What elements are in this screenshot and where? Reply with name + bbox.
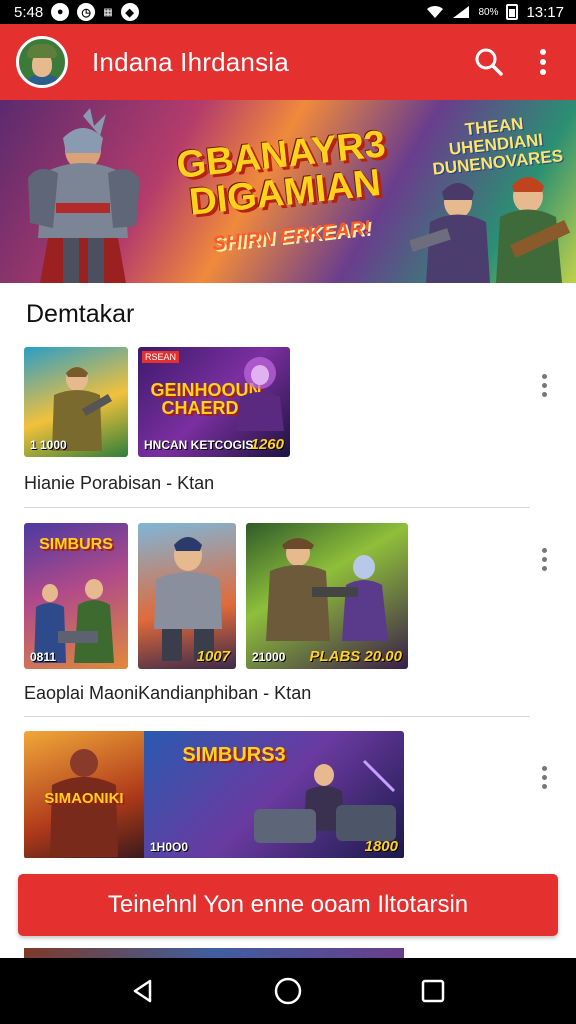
- section-title: Demtakar: [26, 300, 135, 328]
- game-thumbnail[interactable]: SIMBURS3 1H0O0 1800: [144, 731, 404, 859]
- notification-icon: ●: [51, 3, 70, 21]
- thumb-strip: 1 1000 RSEAN GEINHOOUN CHAERDE HNCAN KET…: [24, 347, 290, 457]
- app-bar: Indana Ihrdansia: [0, 24, 576, 100]
- thumb-title: SIMBURS: [39, 536, 113, 553]
- next-row-peek: [24, 948, 404, 958]
- heroes-group-illustration: [410, 177, 571, 283]
- battery-percent: 80%: [478, 6, 499, 18]
- game-thumbnail[interactable]: 1007: [138, 523, 236, 669]
- more-vert-icon[interactable]: [532, 539, 556, 579]
- back-triangle-icon[interactable]: [123, 971, 163, 1011]
- game-thumbnail[interactable]: SIMAONIKI: [24, 731, 144, 859]
- system-nav-bar: [0, 958, 576, 1024]
- battery-icon: [506, 4, 519, 20]
- primary-cta-button[interactable]: Teinehnl Yon enne ooam Iltotarsin: [18, 874, 558, 936]
- status-time-left: 5:48: [14, 3, 44, 21]
- app-notification-icon: ▦: [103, 6, 113, 18]
- thumb-tag: RSEAN: [142, 351, 180, 363]
- thumb-caption-right: PLABS 20.00: [309, 648, 402, 665]
- thumb-title: SIMAONIKI: [44, 790, 124, 807]
- alarm-icon: ◷: [77, 3, 96, 21]
- recents-square-icon[interactable]: [413, 971, 453, 1011]
- more-vert-icon[interactable]: [532, 757, 556, 797]
- search-icon[interactable]: [472, 45, 506, 79]
- hero-banner[interactable]: GBANAYR3 DIGAMIAN SHIRN ERKEAR! THEAN UH…: [0, 100, 576, 283]
- avatar[interactable]: [16, 36, 68, 88]
- divider: [24, 716, 530, 717]
- shield-icon: ◆: [120, 3, 139, 21]
- wifi-icon: [427, 5, 444, 18]
- game-thumbnail[interactable]: 21000 PLABS 20.00: [246, 523, 408, 669]
- row-label: Hianie Porabisan - Ktan: [24, 473, 215, 493]
- thumb-caption-left: 21000: [252, 650, 286, 664]
- thumb-caption-right: 1260: [250, 436, 284, 453]
- battle-scene-illustration: [266, 538, 388, 641]
- armored-warrior-illustration: [28, 108, 140, 283]
- thumb-caption-right: 1007: [196, 648, 230, 665]
- cta-container: Teinehnl Yon enne ooam Iltotarsin: [0, 858, 576, 956]
- thumb-strip: SIMAONIKI SIMBURS3 1H0O0 1800: [24, 731, 404, 859]
- game-thumbnail[interactable]: RSEAN GEINHOOUN CHAERDE HNCAN KETCOGIS 1…: [138, 347, 290, 457]
- signal-icon: [453, 6, 470, 18]
- knight-illustration: [154, 537, 222, 661]
- row-label: Eaoplai MaoniKandianphiban - Ktan: [24, 683, 312, 703]
- banner-title: GBANAYR3 DIGAMIAN: [155, 123, 412, 225]
- screen: 5:48 ● ◷ ▦ ◆ 80% 13:17 Indana Ihrdansia: [0, 0, 576, 1024]
- thumb-caption-left: 0811: [30, 650, 57, 664]
- game-thumbnail[interactable]: 1 1000: [24, 347, 128, 457]
- thumb-caption-left: 1 1000: [30, 438, 67, 452]
- app-title: Indana Ihrdansia: [92, 46, 289, 77]
- status-right: 80% 13:17: [426, 4, 564, 21]
- status-left: 5:48 ● ◷ ▦ ◆: [14, 3, 139, 21]
- thumb-strip: SIMBURS 0811 1007 21000 PLABS 20.00: [24, 523, 408, 669]
- status-bar: 5:48 ● ◷ ▦ ◆ 80% 13:17: [0, 0, 576, 24]
- status-time-right: 13:17: [526, 3, 564, 21]
- banner-subtitle: SHIRN ERKEAR!: [211, 216, 372, 256]
- thumb-caption-right: 1800: [364, 838, 398, 855]
- home-circle-icon[interactable]: [268, 971, 308, 1011]
- sorcerer-illustration: [236, 357, 284, 431]
- divider: [24, 507, 530, 508]
- more-vert-icon[interactable]: [526, 45, 560, 79]
- thumb-caption-left: HNCAN KETCOGIS: [144, 438, 254, 452]
- thumb-caption-left: 1H0O0: [150, 840, 189, 854]
- more-vert-icon[interactable]: [532, 365, 556, 405]
- game-thumbnail[interactable]: SIMBURS 0811: [24, 523, 128, 669]
